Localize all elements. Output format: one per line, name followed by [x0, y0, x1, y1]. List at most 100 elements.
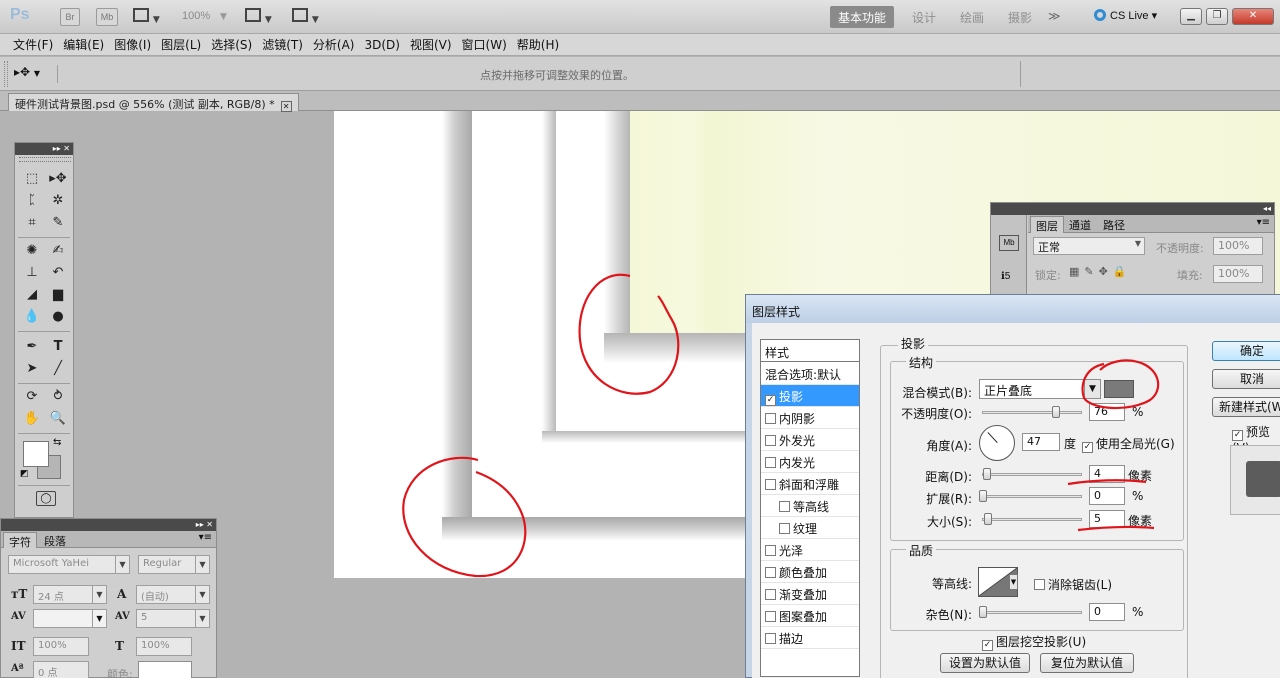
panel-menu-icon[interactable]: ▾≡	[1257, 217, 1270, 228]
workspace-essentials[interactable]: 基本功能	[830, 6, 895, 28]
mini-bridge-icon[interactable]: Mb	[999, 235, 1019, 251]
lasso-icon[interactable]: ᛈ	[21, 191, 43, 211]
magic-wand-icon[interactable]: ✲	[47, 191, 69, 211]
quick-mask-icon[interactable]: ◯	[36, 491, 56, 506]
style-color-overlay[interactable]: 颜色叠加	[761, 561, 859, 583]
checkbox[interactable]	[1034, 579, 1045, 590]
angle-field[interactable]: 47	[1022, 433, 1060, 451]
style-outer-glow[interactable]: 外发光	[761, 429, 859, 451]
workspace-painting[interactable]: 绘画	[952, 6, 992, 28]
3d-orbit-icon[interactable]: ⥁	[47, 387, 69, 407]
tools-panel-header[interactable]: ▸▸ ✕	[15, 143, 73, 155]
dodge-icon[interactable]: ●	[47, 307, 69, 327]
3d-rotate-icon[interactable]: ⟳	[21, 387, 43, 407]
checkbox-checked[interactable]: ✓	[1232, 430, 1243, 441]
font-size-field[interactable]: 24 点 ▼	[33, 585, 107, 604]
bridge-button[interactable]: Br	[60, 8, 80, 26]
layers-panel-header[interactable]: ◂◂	[991, 203, 1274, 215]
leading-field[interactable]: (自动) ▼	[136, 585, 210, 604]
size-field[interactable]: 5	[1089, 510, 1125, 528]
marquee-icon[interactable]: ⬚	[21, 169, 43, 189]
eyedropper-icon[interactable]: ✎	[47, 213, 69, 233]
style-blending-options[interactable]: 混合选项:默认	[761, 363, 859, 385]
line-icon[interactable]: ╱	[47, 359, 69, 379]
menu-filter[interactable]: 滤镜(T)	[262, 36, 303, 53]
view-extras-dropdown[interactable]: ▼	[133, 8, 169, 26]
horizontal-scale-field[interactable]: 100%	[136, 637, 192, 656]
history-brush-icon[interactable]: ↶	[47, 263, 69, 283]
opacity-slider[interactable]	[982, 411, 1082, 414]
screen-mode-dropdown[interactable]: ▼	[292, 8, 328, 26]
style-gradient-overlay[interactable]: 渐变叠加	[761, 583, 859, 605]
checkbox[interactable]	[765, 611, 776, 622]
tab-layers[interactable]: 图层	[1030, 216, 1064, 233]
gradient-icon[interactable]: ▆	[47, 285, 69, 305]
menu-image[interactable]: 图像(I)	[114, 36, 151, 53]
checkbox[interactable]	[765, 479, 776, 490]
distance-slider-thumb[interactable]	[983, 468, 991, 480]
blur-icon[interactable]: 💧	[21, 307, 43, 327]
new-style-button[interactable]: 新建样式(W)...	[1212, 397, 1280, 417]
lock-icons[interactable]: ▦✎✥🔒	[1069, 265, 1132, 278]
style-satin[interactable]: 光泽	[761, 539, 859, 561]
arrange-documents-dropdown[interactable]: ▼	[245, 8, 281, 26]
size-slider-thumb[interactable]	[984, 513, 992, 525]
font-style-select[interactable]: Regular ▼	[138, 555, 210, 574]
noise-slider-thumb[interactable]	[979, 606, 987, 618]
styles-header[interactable]: 样式	[761, 340, 859, 362]
crop-icon[interactable]: ⌗	[21, 213, 43, 233]
angle-dial[interactable]	[979, 425, 1015, 461]
layer-fill-field[interactable]: 100%	[1213, 265, 1263, 283]
workspace-photography[interactable]: 摄影	[1000, 6, 1040, 28]
mini-bridge-button[interactable]: Mb	[96, 8, 118, 26]
checkbox[interactable]	[765, 545, 776, 556]
spread-slider-thumb[interactable]	[979, 490, 987, 502]
move-icon[interactable]: ▸✥	[47, 169, 69, 189]
swap-colors-icon[interactable]: ⇆	[53, 437, 61, 448]
zoom-icon[interactable]: 🔍	[47, 409, 69, 429]
checkbox[interactable]	[765, 435, 776, 446]
cancel-button[interactable]: 取消	[1212, 369, 1280, 389]
tool-preset-picker[interactable]: ▸✥ ▼	[14, 65, 58, 83]
size-slider[interactable]	[982, 518, 1082, 521]
shadow-color-swatch[interactable]	[1104, 380, 1134, 398]
spread-field[interactable]: 0	[1089, 487, 1125, 505]
checkbox[interactable]	[765, 633, 776, 644]
restore-button[interactable]: ❐	[1206, 8, 1228, 25]
ok-button[interactable]: 确定	[1212, 341, 1280, 361]
style-bevel-emboss[interactable]: 斜面和浮雕	[761, 473, 859, 495]
menu-file[interactable]: 文件(F)	[13, 36, 53, 53]
checkbox-checked[interactable]: ✓	[1082, 442, 1093, 453]
workspace-design[interactable]: 设计	[904, 6, 944, 28]
tab-paragraph[interactable]: 段落	[39, 532, 71, 548]
tracking-field[interactable]: 5 ▼	[136, 609, 210, 628]
more-workspaces-button[interactable]: ≫	[1040, 6, 1069, 28]
tab-channels[interactable]: 通道	[1064, 216, 1096, 233]
baseline-shift-field[interactable]: 0 点	[33, 661, 89, 678]
noise-slider[interactable]	[982, 611, 1082, 614]
options-grip[interactable]	[4, 61, 8, 87]
checkbox[interactable]	[765, 567, 776, 578]
checkbox[interactable]	[779, 523, 790, 534]
type-icon[interactable]: T	[47, 337, 69, 357]
minimize-button[interactable]: ▁	[1180, 8, 1202, 25]
dialog-title[interactable]: 图层样式	[746, 295, 1280, 323]
pen-icon[interactable]: ✒	[21, 337, 43, 357]
style-inner-shadow[interactable]: 内阴影	[761, 407, 859, 429]
style-pattern-overlay[interactable]: 图案叠加	[761, 605, 859, 627]
panel-menu-icon[interactable]: ▾≡	[199, 532, 212, 543]
chevron-down-icon[interactable]: ▼	[1009, 574, 1018, 590]
tab-paths[interactable]: 路径	[1098, 216, 1130, 233]
menu-layer[interactable]: 图层(L)	[161, 36, 201, 53]
healing-brush-icon[interactable]: ✺	[21, 241, 43, 261]
brush-icon[interactable]: ✍	[47, 241, 69, 261]
character-panel-header[interactable]: ▸▸ ✕	[1, 519, 216, 531]
style-drop-shadow[interactable]: ✓ 投影	[761, 385, 859, 407]
hand-icon[interactable]: ✋	[21, 409, 43, 429]
style-contour[interactable]: 等高线	[761, 495, 859, 517]
eraser-icon[interactable]: ◢	[21, 285, 43, 305]
vertical-scale-field[interactable]: 100%	[33, 637, 89, 656]
zoom-level[interactable]: 100%	[182, 10, 210, 22]
checkbox-checked[interactable]: ✓	[982, 640, 993, 651]
stamp-icon[interactable]: ⊥	[21, 263, 43, 283]
